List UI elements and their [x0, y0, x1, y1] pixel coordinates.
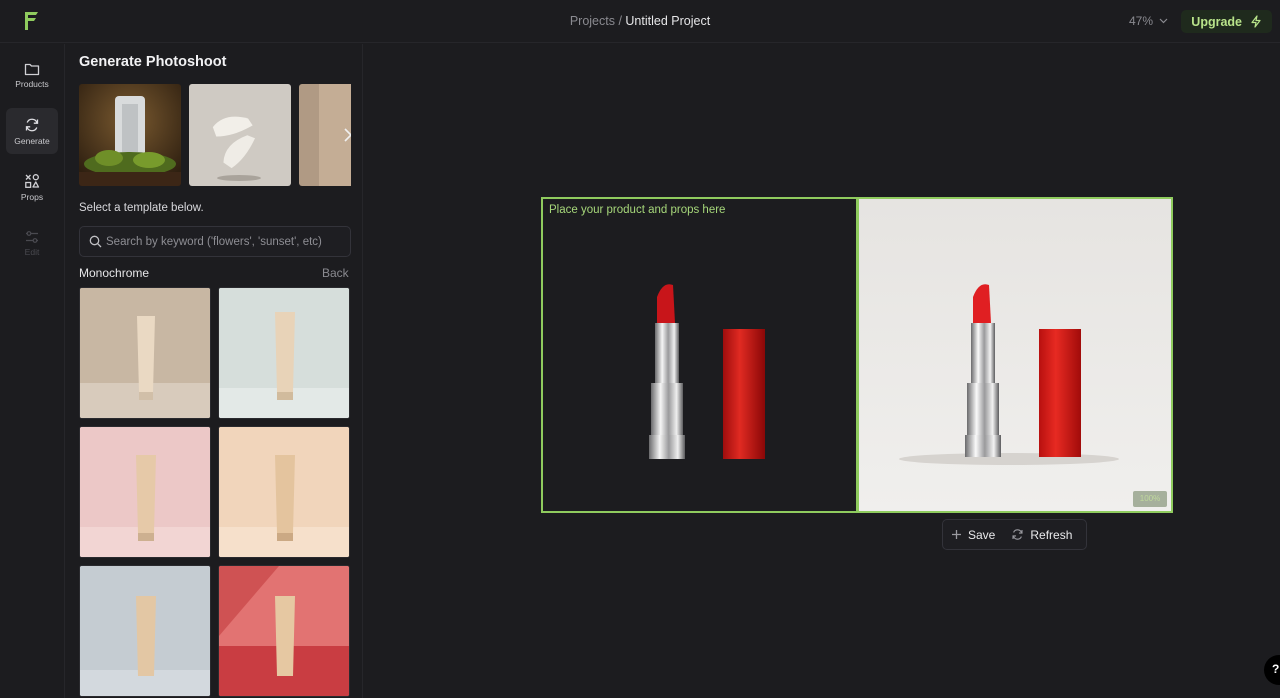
template-tile[interactable]: [79, 426, 211, 558]
help-button[interactable]: ?: [1264, 655, 1280, 685]
upgrade-label: Upgrade: [1191, 14, 1242, 29]
generate-panel: Generate Photoshoot Select a template be…: [66, 44, 363, 698]
generated-photo-image: [859, 199, 1171, 511]
shapes-icon: [25, 173, 40, 188]
breadcrumb: Projects / Untitled Project: [0, 14, 1280, 28]
lightning-icon: [1251, 15, 1261, 28]
breadcrumb-projects-link[interactable]: Projects: [570, 14, 615, 28]
upgrade-button[interactable]: Upgrade: [1181, 10, 1272, 33]
refresh-icon: [1012, 529, 1023, 540]
help-label: ?: [1272, 662, 1280, 676]
rail-label-props: Props: [20, 191, 44, 202]
save-label: Save: [968, 527, 996, 542]
generated-result[interactable]: 100%: [857, 197, 1173, 513]
template-tile[interactable]: [218, 426, 350, 558]
template-tile[interactable]: [79, 287, 211, 419]
search-icon: [89, 235, 102, 248]
zoom-dropdown[interactable]: 47%: [1129, 14, 1168, 28]
refresh-label: Refresh: [1030, 527, 1073, 542]
panel-title: Generate Photoshoot: [79, 54, 227, 70]
lipstick-product-image[interactable]: [643, 279, 773, 464]
breadcrumb-separator: /: [614, 14, 626, 28]
recent-carousel: [79, 84, 351, 186]
template-tile[interactable]: [218, 287, 350, 419]
composition-canvas[interactable]: Place your product and props here: [541, 197, 858, 513]
zoom-badge: 100%: [1133, 491, 1167, 507]
carousel-thumb-sneakers[interactable]: [189, 84, 291, 186]
sliders-icon: [26, 230, 38, 243]
folder-icon: [24, 63, 40, 75]
rail-label-generate: Generate: [14, 135, 50, 146]
template-search[interactable]: [79, 226, 351, 257]
save-button[interactable]: Save: [943, 520, 1003, 549]
template-hint: Select a template below.: [79, 202, 204, 214]
rail-label-products: Products: [15, 78, 49, 89]
refresh-icon: [25, 118, 39, 131]
zoom-value: 47%: [1128, 14, 1153, 28]
canvas-actions: Save Refresh: [942, 519, 1087, 550]
back-link[interactable]: Back: [322, 266, 349, 280]
rail-item-products[interactable]: Products: [6, 52, 58, 98]
rail-item-edit: Edit: [6, 220, 58, 266]
template-tile[interactable]: [218, 565, 350, 697]
template-tile[interactable]: [79, 565, 211, 697]
chevron-right-icon[interactable]: [341, 126, 351, 144]
rail-label-edit: Edit: [24, 246, 40, 257]
plus-icon: [952, 530, 961, 539]
carousel-thumb-air-purifier[interactable]: [79, 84, 181, 186]
chevron-down-icon: [1159, 18, 1168, 24]
left-rail: Products Generate Props Edit: [0, 44, 65, 698]
category-title: Monochrome: [79, 266, 150, 280]
canvas-placeholder-text: Place your product and props here: [549, 204, 726, 216]
rail-item-props[interactable]: Props: [6, 164, 58, 210]
breadcrumb-current[interactable]: Untitled Project: [625, 14, 710, 28]
search-input[interactable]: [106, 227, 346, 256]
top-bar: Projects / Untitled Project 47% Upgrade: [0, 0, 1280, 43]
rail-item-generate[interactable]: Generate: [6, 108, 58, 154]
refresh-button[interactable]: Refresh: [1003, 520, 1080, 549]
